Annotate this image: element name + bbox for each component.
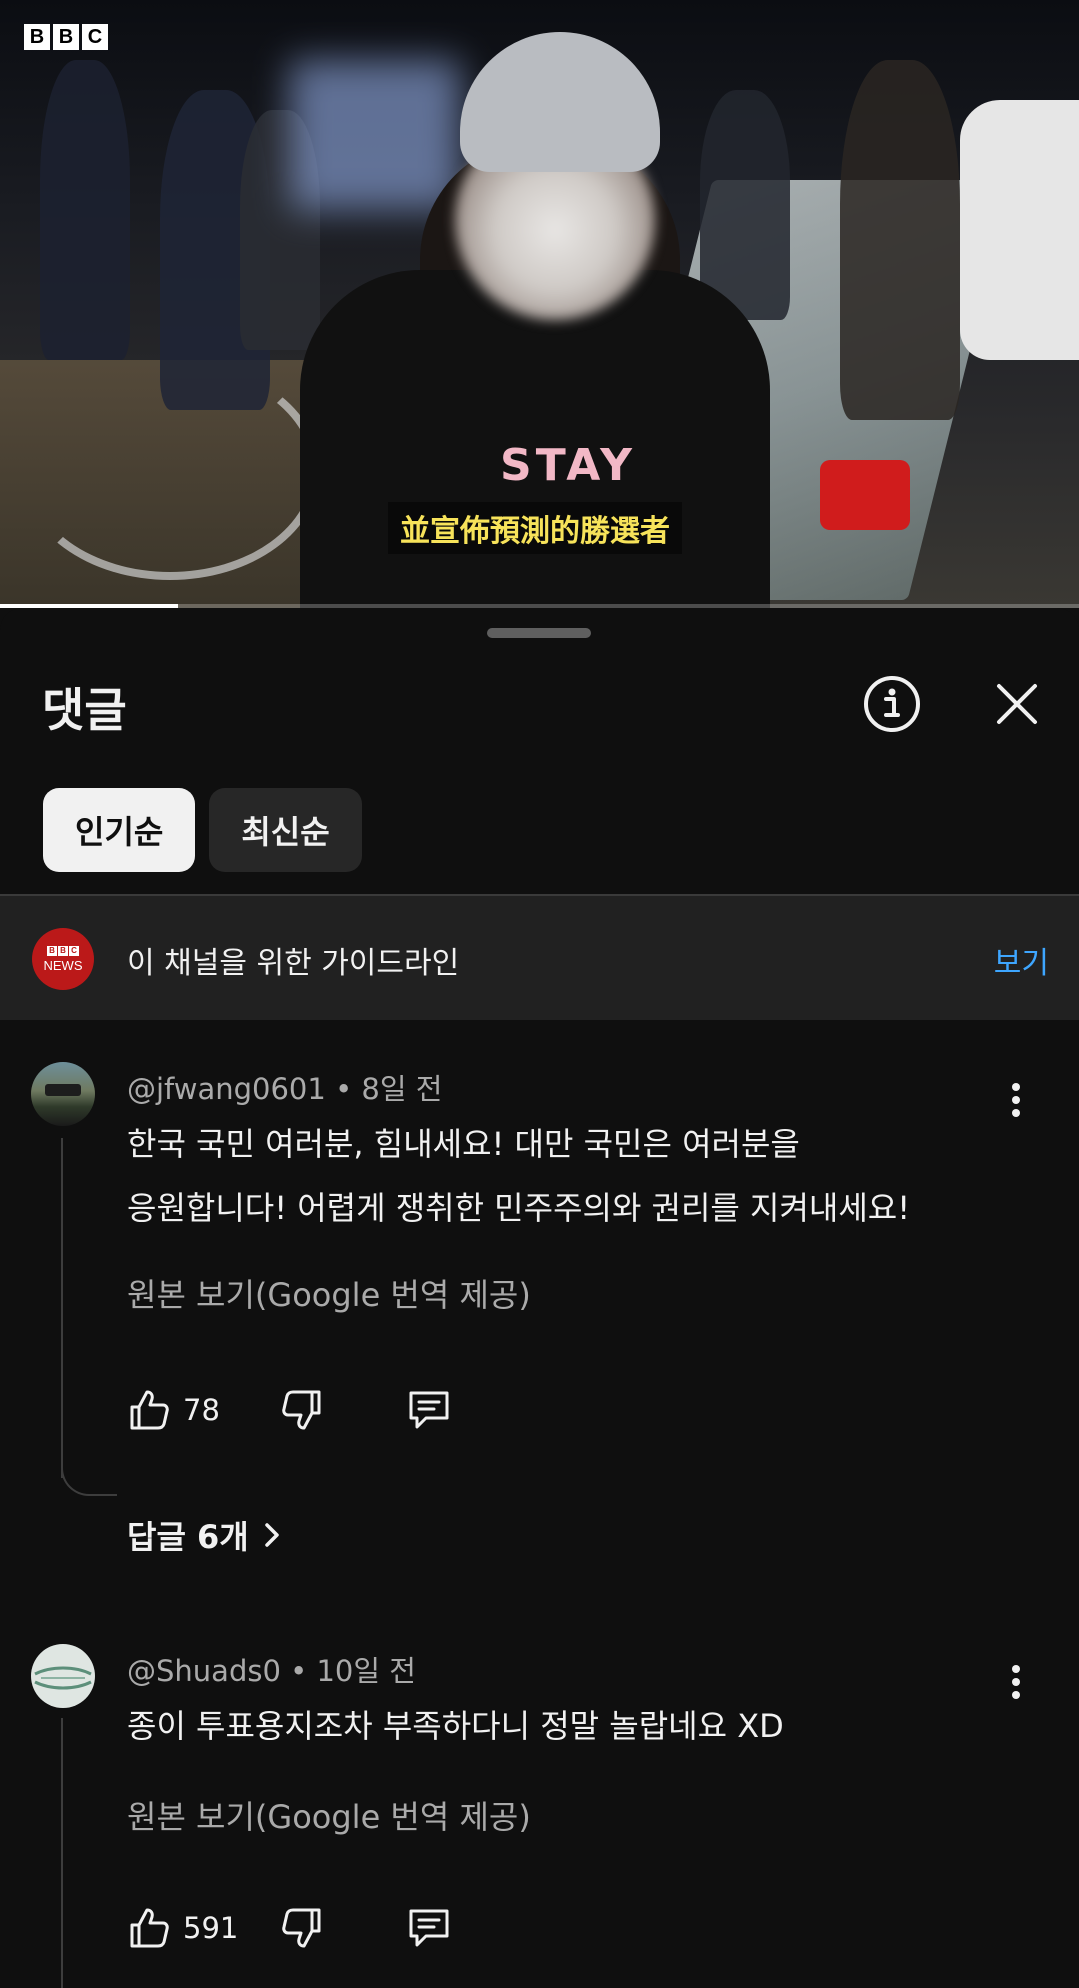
dislike-button[interactable] (280, 1388, 324, 1432)
dislike-button[interactable] (280, 1906, 324, 1950)
chip-top[interactable]: 인기순 (43, 788, 196, 872)
video-player[interactable]: STAY BBC 並宣佈預測的勝選者 (0, 0, 1079, 608)
like-count: 78 (183, 1393, 220, 1427)
chip-newest[interactable]: 최신순 (209, 788, 362, 872)
like-button[interactable]: 78 (127, 1388, 220, 1432)
replies-count-label: 답글 6개 (127, 1518, 249, 1556)
sort-chips: 인기순 최신순 (43, 788, 362, 872)
thread-line (61, 1718, 63, 1988)
comment-item: @jfwang0601 • 8일 전 한국 국민 여러분, 힘내세요! 대만 국… (0, 1048, 1079, 1556)
comment-meta: @jfwang0601 • 8일 전 (127, 1066, 442, 1108)
guideline-view-link[interactable]: 보기 (994, 938, 1049, 982)
like-button[interactable]: 591 (127, 1906, 238, 1950)
video-person-cap (460, 32, 660, 172)
see-original-link[interactable]: 원본 보기(Google 번역 제공) (127, 1792, 531, 1838)
chevron-right-icon (264, 1523, 279, 1547)
comment-line: 한국 국민 여러분, 힘내세요! 대만 국민은 여러분을 (127, 1125, 800, 1163)
comment-item: @Shuads0 • 10일 전 종이 투표용지조차 부족하다니 정말 놀랍네요… (0, 1632, 1079, 1988)
comments-title: 댓글 (42, 683, 127, 737)
comment-line: 응원합니다! 어렵게 쟁취한 민주주의와 권리를 지켜내세요! (127, 1189, 911, 1227)
comment-author[interactable]: @jfwang0601 (127, 1072, 326, 1106)
channel-guidelines-banner[interactable]: BBC NEWS 이 채널을 위한 가이드라인 보기 (0, 896, 1079, 1020)
comment-actions: 78 (127, 1388, 452, 1432)
meta-separator: • (290, 1654, 317, 1688)
like-count: 591 (183, 1911, 239, 1945)
more-vert-icon (1012, 1083, 1020, 1117)
comment-text: 종이 투표용지조차 부족하다니 정말 놀랍네요 XD (127, 1694, 987, 1758)
avatar[interactable] (31, 1644, 95, 1708)
meta-separator: • (335, 1072, 362, 1106)
comment-more-button[interactable] (988, 1654, 1044, 1710)
video-crowd-figure (40, 60, 130, 360)
avatar-pattern-icon (34, 1666, 92, 1690)
video-white-shirt (960, 100, 1079, 360)
info-icon (864, 676, 920, 732)
video-crowd-figure (840, 60, 960, 420)
comment-author[interactable]: @Shuads0 (127, 1654, 281, 1688)
guideline-text: 이 채널을 위한 가이드라인 (127, 946, 460, 981)
comment-age: 10일 전 (316, 1654, 416, 1688)
thumb-up-icon (130, 1908, 169, 1948)
thread-line (61, 1138, 63, 1478)
comment-age: 8일 전 (361, 1072, 443, 1106)
info-button[interactable] (860, 672, 924, 736)
comment-more-button[interactable] (988, 1072, 1044, 1128)
see-original-link[interactable]: 원본 보기(Google 번역 제공) (127, 1270, 531, 1316)
video-crowd-figure (700, 90, 790, 320)
comment-actions: 591 (127, 1906, 452, 1950)
thumb-down-icon (282, 1908, 321, 1948)
video-person-body (300, 270, 770, 608)
thumb-up-icon (130, 1390, 169, 1430)
video-blurred-figure (290, 60, 460, 210)
comments-sheet: 댓글 인기순 최신순 BBC NEWS 이 채널을 위한 가이드라인 보기 @j… (0, 608, 1079, 1988)
thread-curve (61, 1456, 117, 1496)
bbc-watermark-logo: BBC (24, 24, 108, 50)
more-vert-icon (1012, 1665, 1020, 1699)
close-button[interactable] (985, 672, 1049, 736)
video-caption: 並宣佈預測的勝選者 (388, 502, 682, 554)
reply-comment-icon (409, 1391, 449, 1429)
comment-line: 종이 투표용지조차 부족하다니 정말 놀랍네요 XD (127, 1707, 784, 1745)
comment-meta: @Shuads0 • 10일 전 (127, 1648, 416, 1690)
close-icon (997, 684, 1037, 724)
reply-comment-icon (409, 1909, 449, 1947)
bbc-news-avatar: BBC NEWS (32, 928, 94, 990)
video-red-spool (820, 460, 910, 530)
avatar[interactable] (31, 1062, 95, 1126)
view-replies-button[interactable]: 답글 6개 (127, 1512, 287, 1558)
comment-text: 한국 국민 여러분, 힘내세요! 대만 국민은 여러분을 응원합니다! 어렵게 … (127, 1112, 987, 1240)
video-bicycle (20, 360, 320, 580)
reply-button[interactable] (406, 1388, 452, 1432)
video-shirt-print: STAY (500, 440, 636, 491)
thumb-down-icon (282, 1390, 321, 1430)
reply-button[interactable] (406, 1906, 452, 1950)
drag-handle[interactable] (487, 628, 591, 638)
